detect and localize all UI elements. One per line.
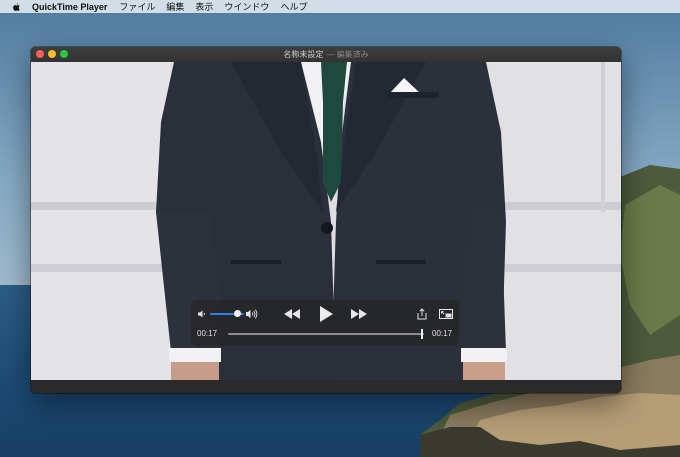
menu-view[interactable]: 表示 <box>195 0 213 13</box>
volume-low-icon[interactable] <box>197 309 207 319</box>
traffic-lights <box>36 50 68 58</box>
fast-forward-icon[interactable] <box>351 309 367 319</box>
quicktime-window: 名称未設定 — 編集済み 00:17 00:17 <box>31 47 621 393</box>
zoom-button[interactable] <box>60 50 68 58</box>
share-icon[interactable] <box>417 308 427 320</box>
picture-in-picture-icon[interactable] <box>439 309 453 319</box>
volume-slider-knob[interactable] <box>234 310 241 317</box>
app-menu-quicktime[interactable]: QuickTime Player <box>32 2 107 12</box>
menu-file[interactable]: ファイル <box>119 0 155 13</box>
window-titlebar[interactable]: 名称未設定 — 編集済み <box>31 47 621 62</box>
window-bottom-edge <box>31 380 621 393</box>
current-time: 00:17 <box>197 329 218 338</box>
video-frame[interactable]: 00:17 00:17 <box>31 62 621 380</box>
play-icon[interactable] <box>319 306 333 322</box>
rewind-icon[interactable] <box>284 309 300 319</box>
menu-help[interactable]: ヘルプ <box>280 0 307 13</box>
apple-logo-icon[interactable] <box>12 1 22 12</box>
menu-bar: QuickTime Player ファイル 編集 表示 ウインドウ ヘルプ <box>0 0 680 13</box>
timeline-scrubber[interactable] <box>228 333 424 335</box>
playhead[interactable] <box>421 329 423 339</box>
volume-high-icon[interactable] <box>245 308 259 320</box>
window-edited-status: — 編集済み <box>326 50 369 59</box>
playback-controls: 00:17 00:17 <box>191 300 459 346</box>
minimize-button[interactable] <box>48 50 56 58</box>
window-title: 名称未設定 <box>283 50 324 59</box>
total-time: 00:17 <box>432 329 453 338</box>
close-button[interactable] <box>36 50 44 58</box>
menu-window[interactable]: ウインドウ <box>224 0 269 13</box>
menu-edit[interactable]: 編集 <box>166 0 184 13</box>
